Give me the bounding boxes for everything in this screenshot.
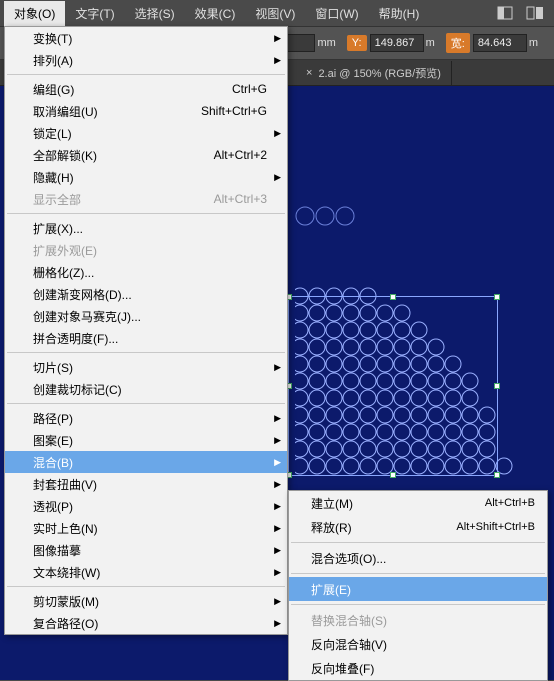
submenu-arrow-icon: ▶ [274,545,281,556]
submenu-arrow-icon: ▶ [274,479,281,490]
menu-slice[interactable]: 切片(S)▶ [5,356,287,378]
submenu-make[interactable]: 建立(M)Alt+Ctrl+B [289,491,547,515]
menu-expandapp: 扩展外观(E) [5,239,287,261]
submenu-arrow-icon: ▶ [274,457,281,468]
submenu-expand[interactable]: 扩展(E) [289,577,547,601]
y-unit: m [426,37,435,49]
menu-select[interactable]: 选择(S) [125,1,185,26]
w-unit: m [529,37,538,49]
submenu-options[interactable]: 混合选项(O)... [289,546,547,570]
menu-path[interactable]: 路径(P)▶ [5,407,287,429]
submenu-release[interactable]: 释放(R)Alt+Shift+Ctrl+B [289,515,547,539]
separator [7,74,285,75]
menu-compound[interactable]: 复合路径(O)▶ [5,612,287,634]
arrange-icon[interactable] [523,3,547,23]
menu-showall: 显示全部Alt+Ctrl+3 [5,188,287,210]
x-unit: mm [317,37,335,49]
menu-effect[interactable]: 效果(C) [185,1,246,26]
submenu-arrow-icon: ▶ [274,618,281,629]
w-field[interactable]: 84.643 [473,34,527,52]
menu-object[interactable]: 对象(O) [4,1,65,26]
tab-close-icon[interactable]: × [306,67,312,79]
submenu-arrow-icon: ▶ [274,362,281,373]
submenu-arrow-icon: ▶ [274,567,281,578]
separator [291,573,545,574]
menu-flatten[interactable]: 拼合透明度(F)... [5,327,287,349]
separator [291,604,545,605]
submenu-arrow-icon: ▶ [274,435,281,446]
separator [291,542,545,543]
menubar: 对象(O) 文字(T) 选择(S) 效果(C) 视图(V) 窗口(W) 帮助(H… [0,0,554,26]
menu-rasterize[interactable]: 栅格化(Z)... [5,261,287,283]
separator [7,352,285,353]
submenu-arrow-icon: ▶ [274,523,281,534]
menu-transform[interactable]: 变换(T)▶ [5,27,287,49]
separator [7,586,285,587]
menu-type[interactable]: 文字(T) [65,1,124,26]
layout-icon[interactable] [493,3,517,23]
submenu-reversespine[interactable]: 反向混合轴(V) [289,632,547,656]
menu-livepaint[interactable]: 实时上色(N)▶ [5,517,287,539]
menu-window[interactable]: 窗口(W) [305,1,368,26]
menu-hide[interactable]: 隐藏(H)▶ [5,166,287,188]
menu-imagetrace[interactable]: 图像描摹▶ [5,539,287,561]
menu-mosaic[interactable]: 创建对象马赛克(J)... [5,305,287,327]
separator [7,213,285,214]
menu-group[interactable]: 编组(G)Ctrl+G [5,78,287,100]
menu-clipmask[interactable]: 剪切蒙版(M)▶ [5,590,287,612]
submenu-arrow-icon: ▶ [274,413,281,424]
menu-lock[interactable]: 锁定(L)▶ [5,122,287,144]
menu-trimmarks[interactable]: 创建裁切标记(C) [5,378,287,400]
submenu-reversefront[interactable]: 反向堆叠(F) [289,656,547,680]
submenu-replacespine: 替换混合轴(S) [289,608,547,632]
selection-bounds [288,296,498,476]
submenu-arrow-icon: ▶ [274,501,281,512]
menu-perspective[interactable]: 透视(P)▶ [5,495,287,517]
submenu-arrow-icon: ▶ [274,33,281,44]
y-field[interactable]: 149.867 [370,34,424,52]
menu-blend[interactable]: 混合(B)▶ [5,451,287,473]
menu-textwrap[interactable]: 文本绕排(W)▶ [5,561,287,583]
submenu-arrow-icon: ▶ [274,128,281,139]
submenu-arrow-icon: ▶ [274,596,281,607]
tab-title: 2.ai @ 150% (RGB/预览) [318,65,440,81]
separator [7,403,285,404]
object-menu: 变换(T)▶ 排列(A)▶ 编组(G)Ctrl+G 取消编组(U)Shift+C… [4,26,288,635]
menu-gradientmesh[interactable]: 创建渐变网格(D)... [5,283,287,305]
document-tab[interactable]: × 2.ai @ 150% (RGB/预览) [296,61,452,85]
menu-view[interactable]: 视图(V) [245,1,305,26]
submenu-arrow-icon: ▶ [274,55,281,66]
menu-help[interactable]: 帮助(H) [369,1,430,26]
menu-envelope[interactable]: 封套扭曲(V)▶ [5,473,287,495]
menu-arrange[interactable]: 排列(A)▶ [5,49,287,71]
blend-submenu: 建立(M)Alt+Ctrl+B 释放(R)Alt+Shift+Ctrl+B 混合… [288,490,548,681]
w-label: 宽: [446,33,470,53]
submenu-arrow-icon: ▶ [274,172,281,183]
y-label: Y: [347,35,367,51]
menu-unlockall[interactable]: 全部解锁(K)Alt+Ctrl+2 [5,144,287,166]
menu-ungroup[interactable]: 取消编组(U)Shift+Ctrl+G [5,100,287,122]
menu-pattern[interactable]: 图案(E)▶ [5,429,287,451]
menu-expand[interactable]: 扩展(X)... [5,217,287,239]
